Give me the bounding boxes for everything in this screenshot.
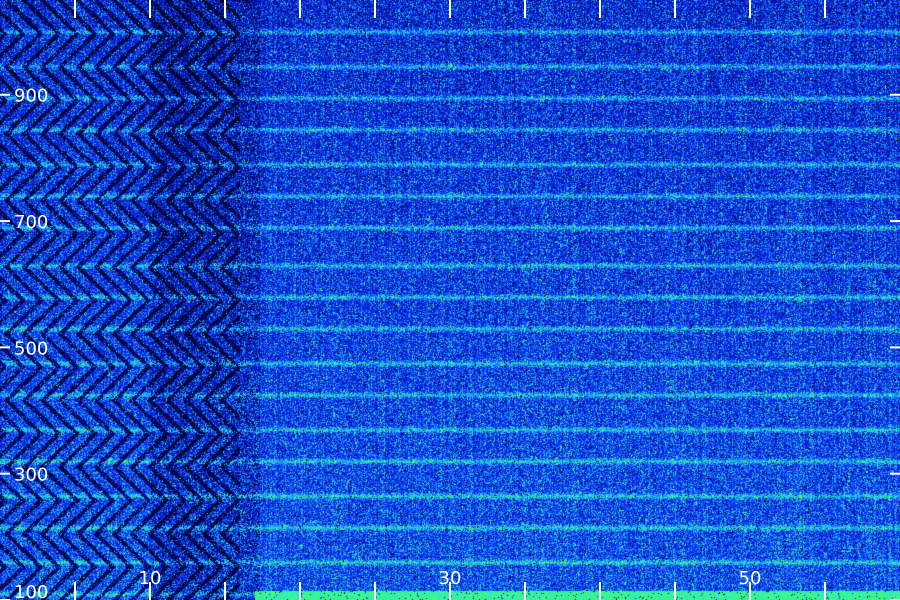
y-tick-label: 300 bbox=[14, 465, 48, 486]
y-tick-label: 700 bbox=[14, 212, 48, 233]
spectrogram-chart: 10 30 50 100 300 500 700 900 bbox=[0, 0, 900, 600]
y-tick-label: 100 bbox=[14, 582, 48, 600]
y-tick-label: 900 bbox=[14, 86, 48, 107]
x-tick-label: 50 bbox=[739, 568, 762, 589]
x-tick-label: 10 bbox=[139, 568, 162, 589]
y-tick-label: 500 bbox=[14, 338, 48, 359]
spectrogram-heatmap bbox=[0, 0, 900, 600]
x-tick-label: 30 bbox=[439, 568, 462, 589]
